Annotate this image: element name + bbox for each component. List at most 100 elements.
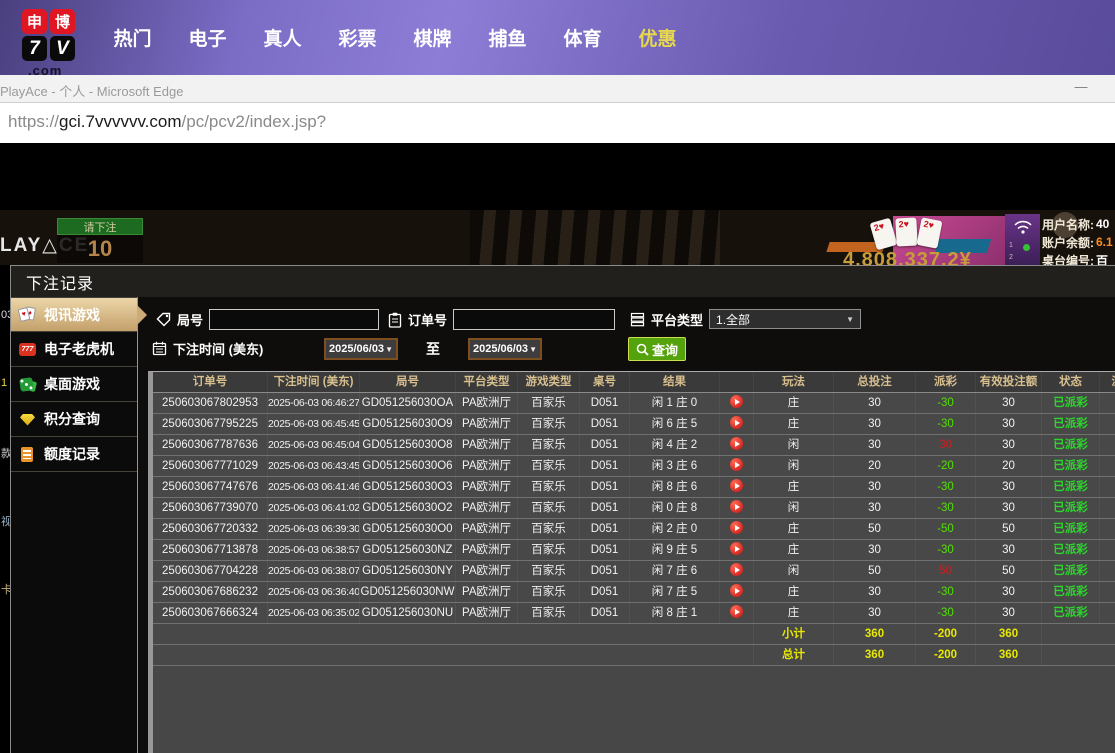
sidebar-item-label: 积分查询 [44, 409, 100, 429]
chevron-down-icon: ▼ [529, 345, 537, 354]
chevron-down-icon: ▼ [385, 345, 393, 354]
dice-icon [19, 376, 37, 393]
sidebar-item-quota-records[interactable]: 额度记录 [11, 437, 137, 472]
total-row: 总计 360 -200 360 [153, 645, 1115, 666]
cell-paytime [1100, 477, 1115, 497]
browser-titlebar: PlayAce - 个人 - Microsoft Edge — [0, 75, 1115, 103]
cell-game: 百家乐 [518, 435, 580, 455]
play-icon [730, 563, 743, 576]
replay-button[interactable] [720, 603, 754, 623]
address-url: https://gci.7vvvvvv.com/pc/pcv2/index.js… [8, 112, 326, 132]
replay-button[interactable] [720, 540, 754, 560]
order-input[interactable] [453, 309, 615, 330]
cell-payout: -50 [916, 519, 976, 539]
platform-type-select[interactable]: 1.全部 ▼ [709, 309, 861, 329]
to-label-wrap: 至 [426, 339, 440, 359]
column-header: 派彩时间 [1100, 372, 1115, 392]
table-row: 2506030677952252025-06-03 06:45:45GD0512… [153, 414, 1115, 435]
cell-payout: 30 [916, 435, 976, 455]
browser-urlbar[interactable]: https://gci.7vvvvvv.com/pc/pcv2/index.js… [0, 103, 1115, 143]
nav-item[interactable]: 棋牌 [395, 24, 470, 51]
round-label: 局号 [177, 310, 203, 329]
replay-button[interactable] [720, 435, 754, 455]
filter-time: 下注时间 (美东) [152, 339, 263, 358]
replay-button[interactable] [720, 561, 754, 581]
cell-valid: 30 [976, 414, 1042, 434]
nav-item[interactable]: 真人 [245, 24, 320, 51]
date-from-picker[interactable]: 2025/06/03 ▼ [324, 338, 398, 360]
cell-table: D051 [580, 582, 630, 602]
minimize-button[interactable]: — [1069, 79, 1093, 99]
cell-result: 闲 7 庄 6 [630, 561, 720, 581]
play-icon [730, 395, 743, 408]
cell-valid: 30 [976, 498, 1042, 518]
cell-table: D051 [580, 498, 630, 518]
cell-total: 20 [834, 456, 916, 476]
cell-paytime [1100, 414, 1115, 434]
table-row: 2506030677710292025-06-03 06:43:45GD0512… [153, 456, 1115, 477]
cell-order: 250603067787636 [153, 435, 268, 455]
cell-total: 30 [834, 582, 916, 602]
cell-result: 闲 8 庄 1 [630, 603, 720, 623]
cell-valid: 30 [976, 582, 1042, 602]
replay-button[interactable] [720, 456, 754, 476]
subtotal-label: 小计 [754, 624, 834, 644]
cell-round: GD051256030O3 [360, 477, 456, 497]
nav-item[interactable]: 优惠 [620, 24, 695, 51]
sidebar: ♦♥ 视讯游戏 777 电子老虎机 桌面游戏 积分查询 [11, 297, 138, 753]
sidebar-item-label: 视讯游戏 [44, 305, 100, 325]
spacer [153, 624, 754, 644]
replay-button[interactable] [720, 414, 754, 434]
cell-method: 闲 [754, 456, 834, 476]
nav-item[interactable]: 彩票 [320, 24, 395, 51]
cell-paytime [1100, 456, 1115, 476]
site-logo[interactable]: 申 博 7 V .com [22, 9, 78, 75]
cell-payout: -30 [916, 540, 976, 560]
cell-total: 30 [834, 498, 916, 518]
subtotal-row: 小计 360 -200 360 [153, 624, 1115, 645]
cell-platform: PA欧洲厅 [456, 540, 518, 560]
nav-item[interactable]: 体育 [545, 24, 620, 51]
nav-item[interactable]: 热门 [95, 24, 170, 51]
cell-platform: PA欧洲厅 [456, 477, 518, 497]
replay-button[interactable] [720, 498, 754, 518]
nav-item[interactable]: 捕鱼 [470, 24, 545, 51]
spacer [153, 645, 754, 665]
screen: 申 博 7 V .com 热门电子真人彩票棋牌捕鱼体育优惠 PlayAce - … [0, 0, 1115, 753]
site-nav: 申 博 7 V .com 热门电子真人彩票棋牌捕鱼体育优惠 [0, 0, 1115, 75]
replay-button[interactable] [720, 519, 754, 539]
cell-payout: -30 [916, 393, 976, 413]
date-to-picker[interactable]: 2025/06/03 ▼ [468, 338, 542, 360]
column-header: 下注时间 (美东) [268, 372, 360, 392]
sidebar-item-points-query[interactable]: 积分查询 [11, 402, 137, 437]
round-input[interactable] [209, 309, 379, 330]
sidebar-item-table-games[interactable]: 桌面游戏 [11, 367, 137, 402]
cell-game: 百家乐 [518, 393, 580, 413]
cell-platform: PA欧洲厅 [456, 519, 518, 539]
cell-order: 250603067704228 [153, 561, 268, 581]
replay-button[interactable] [720, 582, 754, 602]
nav-item[interactable]: 电子 [170, 24, 245, 51]
date-from-value: 2025/06/03 [329, 343, 384, 355]
play-icon [730, 584, 743, 597]
play-icon [730, 521, 743, 534]
cell-method: 庄 [754, 603, 834, 623]
cell-status: 已派彩 [1042, 540, 1100, 560]
cell-total: 50 [834, 561, 916, 581]
cell-payout: -30 [916, 498, 976, 518]
column-header: 局号 [360, 372, 456, 392]
sidebar-item-video-games[interactable]: ♦♥ 视讯游戏 [11, 297, 137, 332]
replay-button[interactable] [720, 393, 754, 413]
cell-method: 庄 [754, 540, 834, 560]
sidebar-item-slots[interactable]: 777 电子老虎机 [11, 332, 137, 367]
table-row: 2506030677203322025-06-03 06:39:30GD0512… [153, 519, 1115, 540]
cell-time: 2025-06-03 06:45:04 [268, 435, 360, 455]
user-info: 用户名称:40 账户余额:6.1 桌台编号:百 [1042, 215, 1115, 265]
search-button[interactable]: 查询 [628, 337, 686, 361]
replay-button[interactable] [720, 477, 754, 497]
slot-777-icon: 777 [19, 341, 37, 358]
cell-table: D051 [580, 456, 630, 476]
cell-table: D051 [580, 393, 630, 413]
bet-records-table: 订单号下注时间 (美东)局号平台类型游戏类型桌号结果玩法总投注派彩有效投注额状态… [148, 371, 1115, 753]
subtotal-payout: -200 [916, 624, 976, 644]
